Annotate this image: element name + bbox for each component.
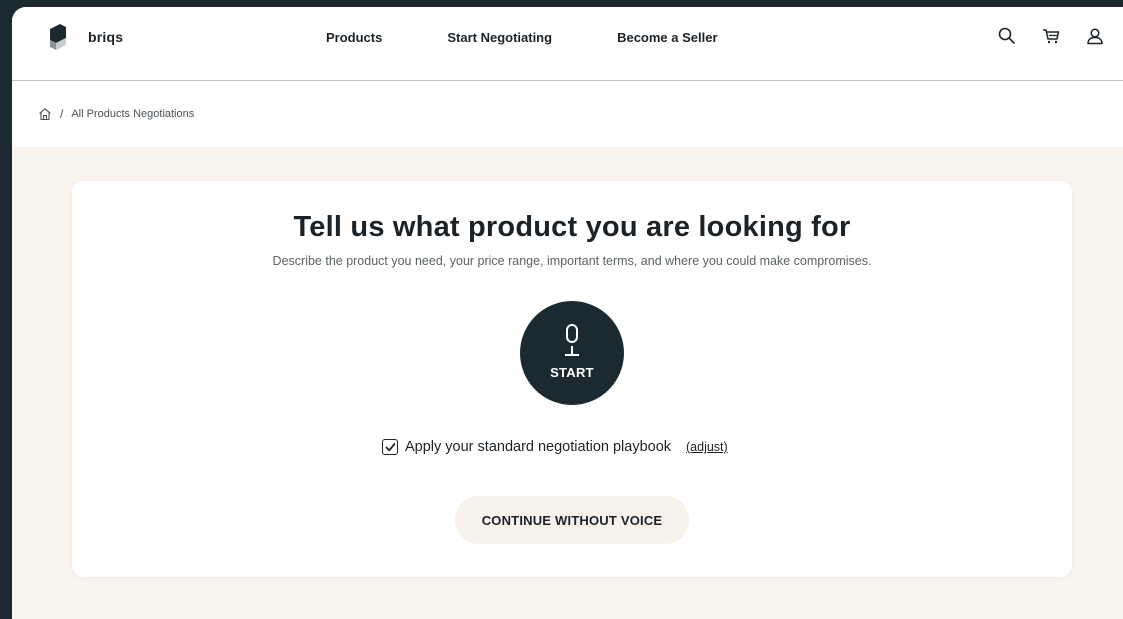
playbook-option: Apply your standard negotiation playbook… bbox=[382, 439, 728, 455]
nav-become-seller[interactable]: Become a Seller bbox=[617, 30, 717, 45]
header-actions bbox=[997, 26, 1105, 46]
top-navbar: briqs Products Start Negotiating Become … bbox=[12, 7, 1123, 81]
briqs-logo-icon bbox=[50, 24, 66, 50]
breadcrumb: / All Products Negotiations bbox=[12, 81, 1123, 147]
nav-start-negotiating[interactable]: Start Negotiating bbox=[447, 30, 552, 45]
checkmark-icon bbox=[385, 442, 395, 451]
cart-icon[interactable] bbox=[1041, 26, 1061, 46]
brand-name: briqs bbox=[88, 29, 124, 45]
app-window: briqs Products Start Negotiating Become … bbox=[12, 7, 1123, 619]
microphone-icon bbox=[565, 323, 579, 356]
home-icon[interactable] bbox=[38, 107, 52, 121]
brand-logo[interactable]: briqs bbox=[46, 24, 123, 50]
playbook-label: Apply your standard negotiation playbook bbox=[405, 439, 672, 455]
start-voice-button[interactable]: START bbox=[520, 301, 624, 405]
adjust-link[interactable]: (adjust) bbox=[686, 440, 728, 454]
breadcrumb-separator: / bbox=[60, 107, 64, 121]
main-nav: Products Start Negotiating Become a Sell… bbox=[326, 30, 718, 45]
user-icon[interactable] bbox=[1085, 26, 1105, 46]
product-request-card: Tell us what product you are looking for… bbox=[72, 181, 1072, 577]
start-label: START bbox=[550, 364, 594, 380]
playbook-checkbox[interactable] bbox=[382, 439, 398, 455]
search-icon[interactable] bbox=[997, 26, 1017, 46]
nav-products[interactable]: Products bbox=[326, 30, 382, 45]
page-title: Tell us what product you are looking for bbox=[293, 211, 851, 243]
breadcrumb-current: All Products Negotiations bbox=[71, 108, 195, 120]
page-subtitle: Describe the product you need, your pric… bbox=[272, 254, 872, 268]
continue-without-voice-button[interactable]: CONTINUE WITHOUT VOICE bbox=[455, 496, 689, 544]
